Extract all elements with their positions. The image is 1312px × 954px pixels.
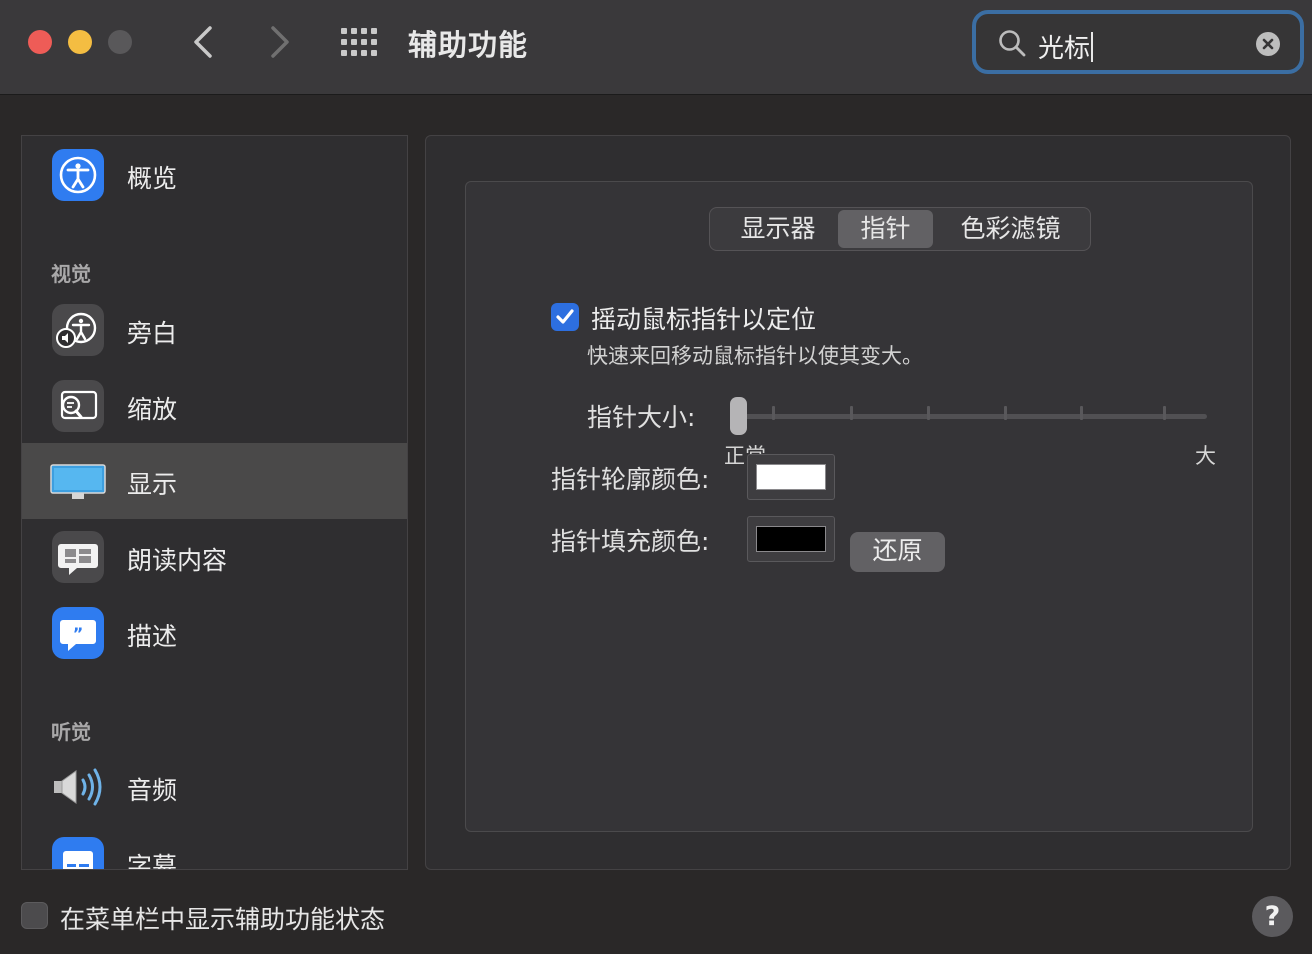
search-icon xyxy=(999,30,1026,57)
close-window-button[interactable] xyxy=(28,30,52,54)
sidebar-item-voiceover[interactable]: 旁白 xyxy=(22,292,407,368)
pointer-size-slider-track[interactable] xyxy=(737,414,1207,419)
tab-bar: 显示器 指针 色彩滤镜 xyxy=(709,207,1091,251)
tab-pointer[interactable]: 指针 xyxy=(838,210,933,248)
forward-button[interactable] xyxy=(259,22,299,62)
spoken-content-icon xyxy=(52,531,104,583)
sidebar-item-overview[interactable]: 概览 xyxy=(22,137,407,213)
show-in-menubar-checkbox[interactable] xyxy=(21,902,48,929)
reset-colors-button[interactable]: 还原 xyxy=(850,532,945,572)
sidebar[interactable]: 概览 视觉 旁白 缩放 显示 朗读内容 ” 描述 听觉 音频 字幕 xyxy=(21,135,408,870)
accessibility-icon xyxy=(52,149,104,201)
descriptions-icon: ” xyxy=(52,607,104,659)
slider-tick xyxy=(772,406,775,420)
sidebar-item-label: 显示 xyxy=(127,470,178,499)
pointer-size-label: 指针大小: xyxy=(587,403,696,432)
shake-to-locate-description: 快速来回移动鼠标指针以使其变大。 xyxy=(587,344,923,368)
sidebar-item-label: 朗读内容 xyxy=(127,546,228,575)
grid-icon xyxy=(341,28,377,56)
slider-tick xyxy=(1004,406,1007,420)
outline-color-swatch xyxy=(756,464,826,490)
sidebar-item-descriptions[interactable]: ” 描述 xyxy=(22,595,407,671)
sidebar-item-label: 音频 xyxy=(127,776,178,805)
slider-tick xyxy=(850,406,853,420)
fill-color-swatch xyxy=(756,526,826,552)
show-all-button[interactable] xyxy=(339,26,379,58)
minimize-window-button[interactable] xyxy=(68,30,92,54)
clear-search-button[interactable] xyxy=(1256,32,1280,56)
display-icon xyxy=(50,455,106,507)
back-button[interactable] xyxy=(184,22,224,62)
search-input[interactable]: 光标 xyxy=(1038,28,1094,65)
voiceover-icon xyxy=(52,304,104,356)
shake-to-locate-checkbox[interactable] xyxy=(551,303,579,331)
sidebar-item-display[interactable]: 显示 xyxy=(22,443,407,519)
title-bar: 辅助功能 光标 xyxy=(0,0,1312,95)
svg-text:”: ” xyxy=(73,624,84,643)
slider-tick xyxy=(1163,406,1166,420)
sidebar-item-audio[interactable]: 音频 xyxy=(22,749,407,825)
text-caret xyxy=(1091,32,1094,62)
sidebar-item-spoken-content[interactable]: 朗读内容 xyxy=(22,519,407,595)
sidebar-item-label: 旁白 xyxy=(127,319,178,348)
search-field[interactable]: 光标 xyxy=(972,10,1304,74)
sidebar-item-zoom[interactable]: 缩放 xyxy=(22,368,407,444)
show-in-menubar-label[interactable]: 在菜单栏中显示辅助功能状态 xyxy=(60,900,385,936)
sidebar-item-label: 字幕 xyxy=(127,852,178,870)
pointer-outline-color-label: 指针轮廓颜色: xyxy=(551,465,710,494)
sidebar-item-label: 缩放 xyxy=(127,395,178,424)
pointer-size-slider-knob[interactable] xyxy=(730,397,747,435)
tab-display[interactable]: 显示器 xyxy=(718,210,838,248)
pointer-outline-color-well[interactable] xyxy=(747,454,835,500)
pointer-settings-panel: 显示器 指针 色彩滤镜 摇动鼠标指针以定位 快速来回移动鼠标指针以使其变大。 指… xyxy=(425,135,1291,870)
close-icon xyxy=(1262,38,1274,50)
pointer-fill-color-label: 指针填充颜色: xyxy=(551,527,710,556)
help-button[interactable]: ? xyxy=(1252,896,1293,937)
chevron-left-icon xyxy=(194,26,212,58)
sidebar-item-captions[interactable]: 字幕 xyxy=(22,825,407,870)
speaker-icon xyxy=(52,761,104,813)
checkmark-icon xyxy=(556,309,574,324)
shake-to-locate-label[interactable]: 摇动鼠标指针以定位 xyxy=(591,300,816,336)
pointer-size-max-label: 大 xyxy=(1195,444,1216,468)
section-header-hearing: 听觉 xyxy=(51,720,91,744)
pointer-fill-color-well[interactable] xyxy=(747,516,835,562)
slider-tick xyxy=(1080,406,1083,420)
section-header-vision: 视觉 xyxy=(51,262,91,286)
sidebar-item-label: 描述 xyxy=(127,622,178,651)
captions-icon xyxy=(52,837,104,869)
tab-color-filters[interactable]: 色彩滤镜 xyxy=(939,210,1082,248)
zoom-window-button[interactable] xyxy=(108,30,132,54)
sidebar-item-label: 概览 xyxy=(127,164,178,193)
window-title: 辅助功能 xyxy=(408,28,529,62)
slider-tick xyxy=(927,406,930,420)
zoom-icon xyxy=(52,380,104,432)
chevron-right-icon xyxy=(271,26,289,58)
tab-content-box: 显示器 指针 色彩滤镜 摇动鼠标指针以定位 快速来回移动鼠标指针以使其变大。 指… xyxy=(465,181,1253,832)
